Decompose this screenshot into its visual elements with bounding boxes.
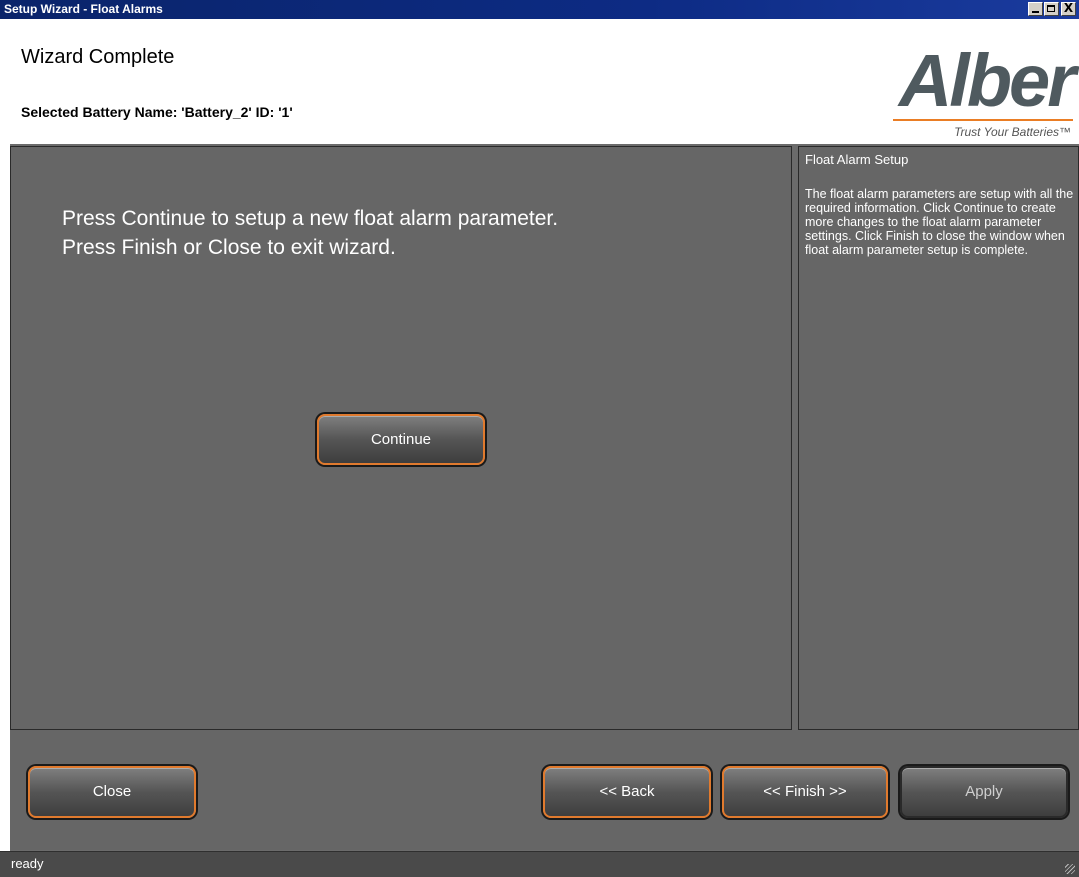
selected-battery-label: Selected Battery Name: 'Battery_2' ID: '… <box>21 104 293 120</box>
window-controls: X <box>1027 2 1076 16</box>
help-panel: Float Alarm Setup The float alarm parame… <box>798 146 1079 730</box>
back-button[interactable]: << Back <box>543 766 711 818</box>
close-icon[interactable]: X <box>1061 2 1076 16</box>
logo-tagline: Trust Your Batteries™ <box>954 125 1071 139</box>
status-bar: ready <box>0 851 1079 877</box>
window-titlebar: Setup Wizard - Float Alarms X <box>0 0 1079 19</box>
wizard-header: Wizard Complete Selected Battery Name: '… <box>10 19 1079 144</box>
help-text: The float alarm parameters are setup wit… <box>805 187 1074 257</box>
page-title: Wizard Complete <box>21 46 175 68</box>
help-title: Float Alarm Setup <box>805 152 909 167</box>
maximize-icon[interactable] <box>1044 2 1059 16</box>
close-button[interactable]: Close <box>28 766 196 818</box>
continue-button[interactable]: Continue <box>317 414 485 465</box>
apply-button[interactable]: Apply <box>900 766 1068 818</box>
status-text: ready <box>11 856 44 871</box>
instruction-text: Press Continue to setup a new float alar… <box>62 204 558 262</box>
window-left-edge <box>0 19 10 876</box>
logo-accent-rule <box>893 119 1073 121</box>
logo-brand: Alber <box>898 39 1076 122</box>
window-title: Setup Wizard - Float Alarms <box>4 2 163 16</box>
finish-button[interactable]: << Finish >> <box>722 766 888 818</box>
instruction-line-2: Press Finish or Close to exit wizard. <box>62 236 396 259</box>
alber-logo: Alber Trust Your Batteries™ <box>878 39 1076 146</box>
resize-grip-icon[interactable] <box>1065 864 1075 874</box>
minimize-icon[interactable] <box>1028 2 1043 16</box>
instruction-line-1: Press Continue to setup a new float alar… <box>62 207 559 230</box>
